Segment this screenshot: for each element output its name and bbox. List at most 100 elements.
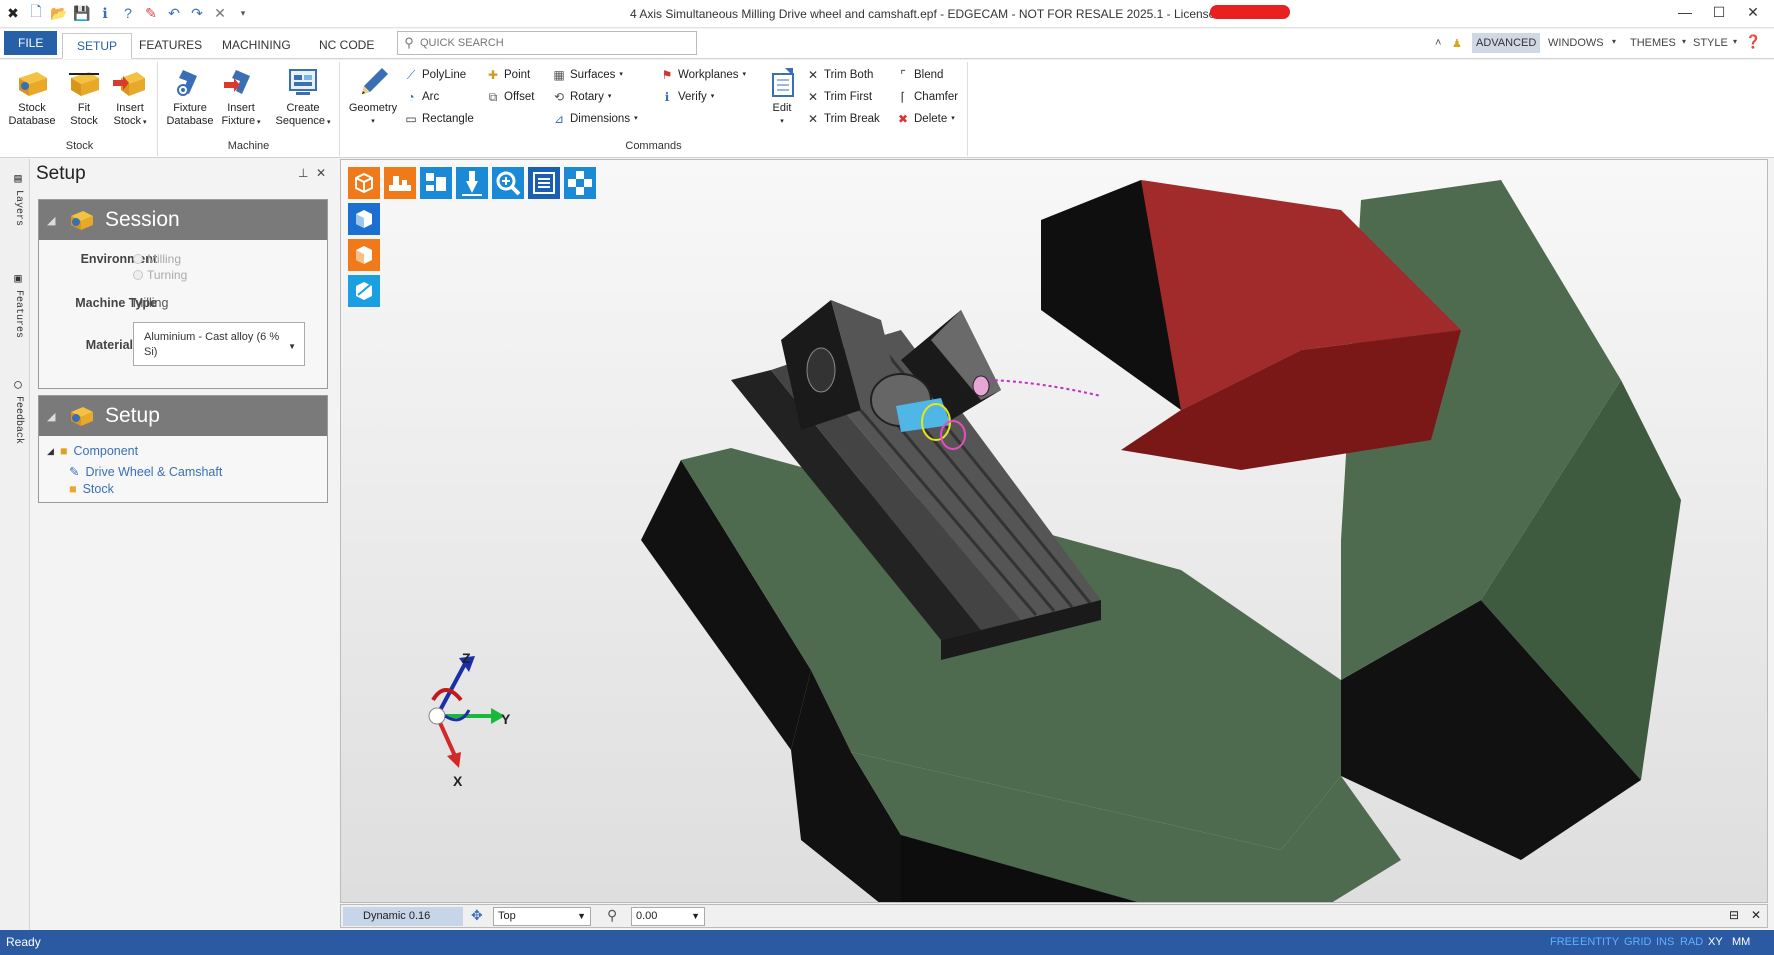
env-milling-radio[interactable]: Milling <box>133 252 187 266</box>
tab-setup[interactable]: SETUP <box>62 33 133 59</box>
geometry-pencil-icon <box>356 66 390 98</box>
close-button[interactable]: ✕ <box>1738 4 1768 24</box>
verify-button[interactable]: ℹ Verify ▾ <box>660 88 715 106</box>
depth-select[interactable]: 0.00 ▼ <box>631 907 705 926</box>
rectangle-button[interactable]: ▭ Rectangle <box>404 110 473 128</box>
ribbon: Stock Database Fit Stock Insert Stock ▾ … <box>0 60 1774 158</box>
chamfer-button[interactable]: ⌈ Chamfer <box>896 88 958 106</box>
tab-features[interactable]: FEATURES <box>125 33 216 59</box>
insert-stock-button[interactable]: Insert Stock ▾ <box>106 66 154 129</box>
create-sequence-button[interactable]: Create Sequence ▾ <box>270 66 336 129</box>
graphics-viewport[interactable]: Z Y X <box>340 159 1768 903</box>
tree-component-label: Component <box>73 444 139 458</box>
windows-menu[interactable]: WINDOWS <box>1548 37 1604 49</box>
blend-button[interactable]: ⌜ Blend <box>896 66 943 84</box>
workplanes-button[interactable]: ⚑ Workplanes ▾ <box>660 66 746 84</box>
side-tab-features-label: Features <box>13 290 24 339</box>
redo-icon[interactable]: ↷ <box>188 4 206 22</box>
tree-drive-wheel[interactable]: ✎ Drive Wheel & Camshaft <box>69 464 222 480</box>
point-button[interactable]: ✚ Point <box>486 66 530 84</box>
status-xy[interactable]: XY <box>1708 936 1723 948</box>
chamfer-label: Chamfer <box>914 91 959 103</box>
themes-menu[interactable]: THEMES <box>1630 37 1676 49</box>
fixture-database-button[interactable]: Fixture Database <box>162 66 218 128</box>
tab-nc-code[interactable]: NC CODE <box>305 33 388 59</box>
help-tool-icon[interactable]: ? <box>119 4 137 22</box>
dynamic-mode[interactable]: Dynamic 0.16 <box>343 907 463 926</box>
status-grid[interactable]: GRID <box>1624 936 1652 948</box>
stock-database-label-1: Stock <box>18 102 46 114</box>
insert-fixture-button[interactable]: Insert Fixture ▾ <box>214 66 268 129</box>
fixture-database-label-2: Database <box>166 115 214 127</box>
status-mm[interactable]: MM <box>1732 936 1750 948</box>
minimize-button[interactable]: — <box>1670 4 1700 24</box>
style-dropdown-icon[interactable]: ▾ <box>1733 37 1737 46</box>
side-tab-layers[interactable]: ▤ Layers <box>6 171 24 226</box>
chevron-down-icon: ▼ <box>577 911 586 921</box>
quick-search[interactable]: ⚲ <box>397 31 697 55</box>
delete-button[interactable]: ✖ Delete ▾ <box>896 110 955 128</box>
trim-break-button[interactable]: ✕ Trim Break <box>806 110 880 128</box>
style-menu[interactable]: STYLE <box>1693 37 1728 49</box>
open-folder-icon[interactable]: 📂 <box>50 4 68 22</box>
offset-label: Offset <box>504 91 535 103</box>
rotary-button[interactable]: ⟲ Rotary ▾ <box>552 88 611 106</box>
stock-database-button[interactable]: Stock Database <box>8 66 56 128</box>
tab-machining[interactable]: MACHINING <box>208 33 305 59</box>
eraser-icon[interactable]: ✎ <box>142 4 160 22</box>
collapse-ribbon-icon[interactable]: ˄ <box>1435 37 1441 49</box>
dimensions-button[interactable]: ⊿ Dimensions ▾ <box>552 110 638 128</box>
save-icon[interactable]: 💾 <box>73 4 91 22</box>
fixture-database-label-1: Fixture <box>173 102 207 114</box>
user-icon[interactable]: ♟ <box>1452 37 1462 50</box>
axis-x-label: X <box>453 773 463 789</box>
setup-header[interactable]: ◢ Setup <box>39 396 327 436</box>
env-turning-radio[interactable]: Turning <box>133 268 187 282</box>
tree-component[interactable]: ◢ ■ Component <box>47 444 138 458</box>
status-ins[interactable]: INS <box>1656 936 1674 948</box>
window-title: 4 Axis Simultaneous Milling Drive wheel … <box>630 7 1236 21</box>
undo-icon[interactable]: ↶ <box>165 4 183 22</box>
edit-button[interactable]: Edit ▾ <box>760 66 804 128</box>
status-free[interactable]: FREE <box>1550 936 1579 948</box>
side-tab-feedback[interactable]: ◯ Feedback <box>6 377 24 444</box>
tab-file[interactable]: FILE <box>4 31 58 55</box>
session-header[interactable]: ◢ Session <box>39 200 327 240</box>
view-select[interactable]: Top ▼ <box>493 907 591 926</box>
dynamic-mode-value: Dynamic 0.16 <box>363 910 431 922</box>
surfaces-button[interactable]: ▦ Surfaces ▾ <box>552 66 623 84</box>
app-logo-icon[interactable]: ✖ <box>4 4 22 22</box>
geometry-button[interactable]: Geometry ▾ <box>346 66 400 128</box>
trim-first-button[interactable]: ✕ Trim First <box>806 88 872 106</box>
themes-dropdown-icon[interactable]: ▾ <box>1682 37 1686 46</box>
fit-stock-button[interactable]: Fit Stock <box>60 66 108 128</box>
panel-close-icon[interactable]: ✕ <box>316 166 326 180</box>
maximize-button[interactable]: ☐ <box>1704 4 1734 24</box>
rotary-label: Rotary <box>570 91 604 103</box>
tree-stock[interactable]: ■ Stock <box>69 482 114 496</box>
status-entity[interactable]: ENTITY <box>1580 936 1619 948</box>
pin-icon[interactable]: ⊥ <box>298 166 308 180</box>
windows-dropdown-icon[interactable]: ▾ <box>1612 37 1616 46</box>
arc-button[interactable]: ◔ Arc <box>404 88 439 106</box>
trim-first-icon: ✕ <box>807 90 819 104</box>
viewport-bar: Dynamic 0.16 ✥ Top ▼ ⚲ 0.00 ▼ ⊟ ✕ <box>340 904 1768 928</box>
help-icon[interactable]: ❓ <box>1745 34 1761 50</box>
offset-button[interactable]: ⧉ Offset <box>486 88 535 106</box>
advanced-toggle[interactable]: ADVANCED <box>1472 33 1541 53</box>
quick-search-input[interactable] <box>420 37 680 49</box>
cancel-icon[interactable]: ✕ <box>211 4 229 22</box>
offset-icon: ⧉ <box>488 90 498 104</box>
polyline-button[interactable]: ⟋ PolyLine <box>404 66 466 84</box>
info-icon[interactable]: ℹ <box>96 4 114 22</box>
verify-info-icon: ℹ <box>664 90 670 104</box>
qat-more-icon[interactable]: ▾ <box>234 4 252 22</box>
viewport-close-icon[interactable]: ✕ <box>1751 908 1761 922</box>
stock-group: Stock Database Fit Stock Insert Stock ▾ … <box>2 62 158 156</box>
new-file-icon[interactable]: 🗋 <box>27 3 45 22</box>
tile-windows-icon[interactable]: ⊟ <box>1729 908 1739 922</box>
material-select[interactable]: Aluminium - Cast alloy (6 % Si) ▼ <box>133 322 305 366</box>
side-tab-features[interactable]: ▣ Features <box>6 271 24 338</box>
status-rad[interactable]: RAD <box>1680 936 1703 948</box>
trim-both-button[interactable]: ✕ Trim Both <box>806 66 873 84</box>
